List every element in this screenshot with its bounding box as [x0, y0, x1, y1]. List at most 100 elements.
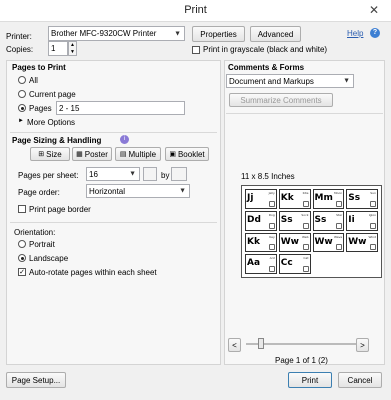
- thumbnail-word: Sock: [301, 212, 309, 217]
- size-button[interactable]: ⊞ Size: [30, 147, 70, 161]
- thumbnail-word: Star: [336, 212, 343, 217]
- picture-icon: [268, 266, 275, 272]
- radio-portrait-label: Portrait: [29, 240, 55, 249]
- summarize-comments-button[interactable]: Summarize Comments: [229, 93, 333, 107]
- radio-current-page-label: Current page: [29, 90, 76, 99]
- printer-select-value: Brother MFC-9320CW Printer: [51, 29, 157, 38]
- booklet-button[interactable]: ▣ Booklet: [165, 147, 209, 161]
- page-preview: Jj Jelly Kk Kite Mm Moon Ss Sun Dd Dog Ss Sock Ss Sta…: [241, 185, 382, 278]
- radio-current-page[interactable]: [18, 90, 26, 98]
- print-button[interactable]: Print: [288, 372, 332, 388]
- thumbnail-letters: Ww: [348, 236, 367, 247]
- pages-per-sheet-value: 16: [89, 169, 98, 179]
- preview-thumbnail: Cc Cat: [278, 254, 311, 274]
- triangle-right-icon[interactable]: ►: [18, 118, 24, 124]
- thumbnail-letters: Aa: [247, 258, 261, 269]
- pages-per-sheet-cols-input[interactable]: [171, 167, 187, 181]
- advanced-button[interactable]: Advanced: [250, 26, 301, 42]
- thumbnail-word: Kite: [302, 191, 309, 195]
- copies-input[interactable]: 1: [48, 41, 68, 56]
- comments-select-value: Document and Markups: [229, 76, 314, 86]
- preview-thumbnail: Ww Web: [278, 232, 311, 253]
- thumbnail-word: Dog: [268, 212, 275, 217]
- picture-icon: [370, 222, 376, 229]
- preview-thumbnail: Jj Jelly: [245, 189, 277, 209]
- picture-icon: [336, 200, 343, 207]
- page-slider-thumb[interactable]: [258, 338, 264, 349]
- picture-icon: [268, 222, 275, 229]
- thumbnail-letters: Ss: [280, 214, 293, 225]
- picture-icon: [302, 222, 309, 229]
- info-icon[interactable]: i: [120, 135, 129, 144]
- preview-thumbnail: Ss Sun: [346, 189, 378, 209]
- section-divider: [10, 222, 217, 223]
- help-icon[interactable]: ?: [370, 28, 380, 38]
- chevron-down-icon: ▼: [129, 170, 136, 178]
- thumbnail-word: Sun: [370, 191, 376, 195]
- thumbnail-word: Web: [301, 234, 309, 239]
- thumbnail-word: Cat: [303, 256, 309, 261]
- radio-all-label: All: [29, 76, 38, 85]
- booklet-icon: ▣: [169, 151, 176, 158]
- thumbnail-letters: Mm: [314, 193, 333, 203]
- thumbnail-letters: Ss: [348, 193, 361, 203]
- preview-thumbnail: Ww Wind: [346, 232, 378, 253]
- radio-all[interactable]: [18, 76, 26, 84]
- by-label: by: [161, 171, 170, 180]
- chevron-down-icon: ▼: [343, 77, 350, 85]
- print-page-border-checkbox[interactable]: [18, 205, 26, 213]
- preview-thumbnail: Ii Igloo: [346, 210, 378, 231]
- window-title: Print: [184, 4, 207, 16]
- autorotate-label: Auto-rotate pages within each sheet: [29, 268, 157, 277]
- page-setup-button[interactable]: Page Setup...: [6, 372, 66, 388]
- pages-range-input[interactable]: 2 - 15: [56, 101, 185, 115]
- copies-label: Copies:: [6, 45, 34, 54]
- preview-thumbnails: Jj Jelly Kk Kite Mm Moon Ss Sun Dd Dog Ss Sock Ss Sta…: [242, 186, 381, 277]
- radio-landscape-label: Landscape: [29, 254, 69, 263]
- picture-icon: [370, 200, 376, 207]
- thumbnail-letters: Cc: [280, 258, 293, 269]
- page-order-select[interactable]: Horizontal ▼: [86, 184, 190, 198]
- picture-icon: [268, 244, 275, 251]
- paper-size-label: 11 x 8.5 Inches: [241, 172, 295, 181]
- autorotate-checkbox[interactable]: ✓: [18, 268, 26, 276]
- help-link[interactable]: Help: [347, 29, 363, 38]
- poster-button[interactable]: ▦ Poster: [72, 147, 112, 161]
- thumbnail-letters: Ww: [314, 236, 333, 247]
- thumbnail-letters: Ss: [314, 214, 327, 225]
- preview-thumbnail: Aa Ant: [245, 254, 277, 274]
- thumbnail-word: Wave: [334, 234, 343, 239]
- comments-select[interactable]: Document and Markups ▼: [226, 74, 354, 88]
- grayscale-label: Print in grayscale (black and white): [203, 45, 328, 54]
- radio-pages[interactable]: [18, 104, 26, 112]
- orientation-title: Orientation:: [14, 228, 56, 237]
- grayscale-checkbox[interactable]: [192, 46, 200, 54]
- radio-portrait[interactable]: [18, 240, 26, 248]
- printer-select[interactable]: Brother MFC-9320CW Printer ▼: [48, 26, 185, 41]
- pages-per-sheet-select[interactable]: 16 ▼: [86, 167, 140, 181]
- pages-to-print-title: Pages to Print: [12, 63, 66, 72]
- thumbnail-word: Igloo: [368, 212, 376, 217]
- close-icon[interactable]: ✕: [364, 3, 384, 19]
- page-order-label: Page order:: [18, 188, 60, 197]
- radio-pages-label: Pages: [29, 104, 52, 113]
- thumbnail-word: Ant: [269, 256, 275, 261]
- prev-page-button[interactable]: <: [228, 338, 241, 352]
- cancel-button[interactable]: Cancel: [338, 372, 382, 388]
- picture-icon: [302, 200, 309, 207]
- multiple-button[interactable]: ▤ Multiple: [115, 147, 161, 161]
- radio-landscape[interactable]: [18, 254, 26, 262]
- pages-per-sheet-rows-input[interactable]: [143, 167, 157, 181]
- thumbnail-letters: Dd: [247, 214, 261, 225]
- multiple-icon: ▤: [119, 151, 127, 158]
- picture-icon: [302, 266, 309, 272]
- pages-per-sheet-label: Pages per sheet:: [18, 171, 79, 180]
- copies-stepper[interactable]: ▲ ▼: [68, 41, 77, 56]
- thumbnail-word: Moon: [334, 191, 343, 195]
- preview-thumbnail: Kk Key: [245, 232, 277, 253]
- more-options-link[interactable]: More Options: [27, 118, 75, 127]
- properties-button[interactable]: Properties: [192, 26, 245, 42]
- chevron-down-icon: ▼: [174, 30, 181, 37]
- next-page-button[interactable]: >: [356, 338, 369, 352]
- preview-thumbnail: Ss Star: [312, 210, 345, 231]
